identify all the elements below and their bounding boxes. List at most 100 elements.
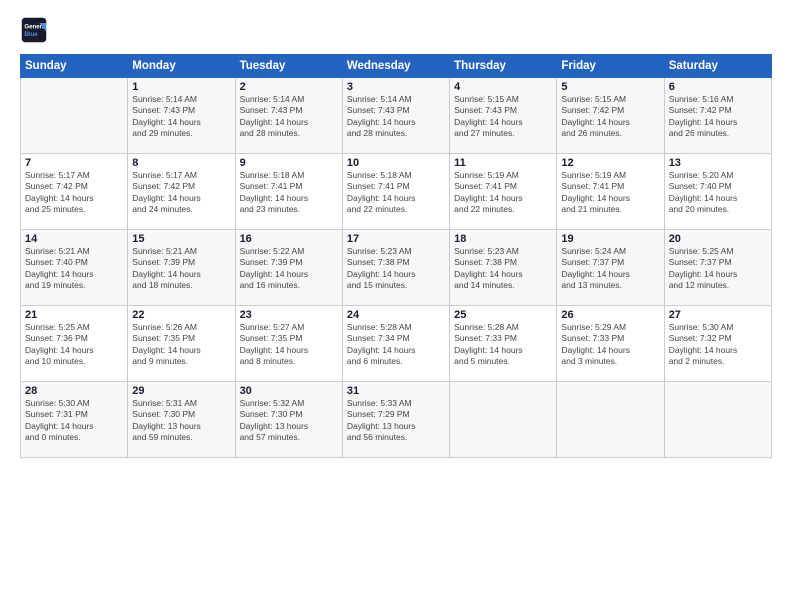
day-number: 15	[132, 233, 230, 245]
day-number: 24	[347, 309, 445, 321]
day-number: 3	[347, 81, 445, 93]
cell-info: Sunrise: 5:19 AM Sunset: 7:41 PM Dayligh…	[561, 170, 659, 216]
day-number: 4	[454, 81, 552, 93]
calendar-cell: 27Sunrise: 5:30 AM Sunset: 7:32 PM Dayli…	[664, 306, 771, 382]
calendar-cell: 5Sunrise: 5:15 AM Sunset: 7:42 PM Daylig…	[557, 78, 664, 154]
day-number: 19	[561, 233, 659, 245]
calendar-cell: 4Sunrise: 5:15 AM Sunset: 7:43 PM Daylig…	[450, 78, 557, 154]
calendar-cell: 2Sunrise: 5:14 AM Sunset: 7:43 PM Daylig…	[235, 78, 342, 154]
page: General Blue SundayMondayTuesdayWednesda…	[0, 0, 792, 612]
cell-info: Sunrise: 5:21 AM Sunset: 7:40 PM Dayligh…	[25, 246, 123, 292]
cell-info: Sunrise: 5:14 AM Sunset: 7:43 PM Dayligh…	[240, 94, 338, 140]
day-number: 10	[347, 157, 445, 169]
cell-info: Sunrise: 5:30 AM Sunset: 7:32 PM Dayligh…	[669, 322, 767, 368]
cell-info: Sunrise: 5:14 AM Sunset: 7:43 PM Dayligh…	[347, 94, 445, 140]
cell-info: Sunrise: 5:14 AM Sunset: 7:43 PM Dayligh…	[132, 94, 230, 140]
cell-info: Sunrise: 5:16 AM Sunset: 7:42 PM Dayligh…	[669, 94, 767, 140]
calendar-cell: 3Sunrise: 5:14 AM Sunset: 7:43 PM Daylig…	[342, 78, 449, 154]
calendar-cell	[664, 382, 771, 458]
calendar-cell: 14Sunrise: 5:21 AM Sunset: 7:40 PM Dayli…	[21, 230, 128, 306]
calendar-cell: 15Sunrise: 5:21 AM Sunset: 7:39 PM Dayli…	[128, 230, 235, 306]
calendar-cell: 29Sunrise: 5:31 AM Sunset: 7:30 PM Dayli…	[128, 382, 235, 458]
calendar-cell: 17Sunrise: 5:23 AM Sunset: 7:38 PM Dayli…	[342, 230, 449, 306]
calendar-cell: 31Sunrise: 5:33 AM Sunset: 7:29 PM Dayli…	[342, 382, 449, 458]
cell-info: Sunrise: 5:26 AM Sunset: 7:35 PM Dayligh…	[132, 322, 230, 368]
cell-info: Sunrise: 5:23 AM Sunset: 7:38 PM Dayligh…	[454, 246, 552, 292]
day-header-wednesday: Wednesday	[342, 55, 449, 78]
calendar-cell: 6Sunrise: 5:16 AM Sunset: 7:42 PM Daylig…	[664, 78, 771, 154]
calendar-cell: 11Sunrise: 5:19 AM Sunset: 7:41 PM Dayli…	[450, 154, 557, 230]
day-number: 20	[669, 233, 767, 245]
cell-info: Sunrise: 5:21 AM Sunset: 7:39 PM Dayligh…	[132, 246, 230, 292]
header: General Blue	[20, 16, 772, 44]
cell-info: Sunrise: 5:19 AM Sunset: 7:41 PM Dayligh…	[454, 170, 552, 216]
cell-info: Sunrise: 5:31 AM Sunset: 7:30 PM Dayligh…	[132, 398, 230, 444]
day-number: 25	[454, 309, 552, 321]
calendar-table: SundayMondayTuesdayWednesdayThursdayFrid…	[20, 54, 772, 458]
calendar-cell: 1Sunrise: 5:14 AM Sunset: 7:43 PM Daylig…	[128, 78, 235, 154]
day-number: 18	[454, 233, 552, 245]
header-row: SundayMondayTuesdayWednesdayThursdayFrid…	[21, 55, 772, 78]
cell-info: Sunrise: 5:23 AM Sunset: 7:38 PM Dayligh…	[347, 246, 445, 292]
calendar-cell: 7Sunrise: 5:17 AM Sunset: 7:42 PM Daylig…	[21, 154, 128, 230]
logo-icon: General Blue	[20, 16, 48, 44]
day-number: 12	[561, 157, 659, 169]
week-row-3: 21Sunrise: 5:25 AM Sunset: 7:36 PM Dayli…	[21, 306, 772, 382]
cell-info: Sunrise: 5:25 AM Sunset: 7:37 PM Dayligh…	[669, 246, 767, 292]
cell-info: Sunrise: 5:17 AM Sunset: 7:42 PM Dayligh…	[25, 170, 123, 216]
calendar-cell: 18Sunrise: 5:23 AM Sunset: 7:38 PM Dayli…	[450, 230, 557, 306]
calendar-cell: 26Sunrise: 5:29 AM Sunset: 7:33 PM Dayli…	[557, 306, 664, 382]
cell-info: Sunrise: 5:28 AM Sunset: 7:33 PM Dayligh…	[454, 322, 552, 368]
day-number: 26	[561, 309, 659, 321]
week-row-1: 7Sunrise: 5:17 AM Sunset: 7:42 PM Daylig…	[21, 154, 772, 230]
calendar-cell: 20Sunrise: 5:25 AM Sunset: 7:37 PM Dayli…	[664, 230, 771, 306]
calendar-cell: 21Sunrise: 5:25 AM Sunset: 7:36 PM Dayli…	[21, 306, 128, 382]
calendar-cell: 8Sunrise: 5:17 AM Sunset: 7:42 PM Daylig…	[128, 154, 235, 230]
day-number: 28	[25, 385, 123, 397]
calendar-cell: 16Sunrise: 5:22 AM Sunset: 7:39 PM Dayli…	[235, 230, 342, 306]
cell-info: Sunrise: 5:33 AM Sunset: 7:29 PM Dayligh…	[347, 398, 445, 444]
calendar-cell: 25Sunrise: 5:28 AM Sunset: 7:33 PM Dayli…	[450, 306, 557, 382]
calendar-cell: 28Sunrise: 5:30 AM Sunset: 7:31 PM Dayli…	[21, 382, 128, 458]
cell-info: Sunrise: 5:18 AM Sunset: 7:41 PM Dayligh…	[240, 170, 338, 216]
day-number: 1	[132, 81, 230, 93]
calendar-cell: 12Sunrise: 5:19 AM Sunset: 7:41 PM Dayli…	[557, 154, 664, 230]
day-number: 9	[240, 157, 338, 169]
cell-info: Sunrise: 5:15 AM Sunset: 7:43 PM Dayligh…	[454, 94, 552, 140]
cell-info: Sunrise: 5:30 AM Sunset: 7:31 PM Dayligh…	[25, 398, 123, 444]
day-number: 22	[132, 309, 230, 321]
calendar-cell: 30Sunrise: 5:32 AM Sunset: 7:30 PM Dayli…	[235, 382, 342, 458]
day-number: 30	[240, 385, 338, 397]
day-number: 2	[240, 81, 338, 93]
cell-info: Sunrise: 5:17 AM Sunset: 7:42 PM Dayligh…	[132, 170, 230, 216]
calendar-cell: 19Sunrise: 5:24 AM Sunset: 7:37 PM Dayli…	[557, 230, 664, 306]
svg-text:Blue: Blue	[24, 31, 38, 38]
calendar-cell	[21, 78, 128, 154]
day-number: 27	[669, 309, 767, 321]
cell-info: Sunrise: 5:28 AM Sunset: 7:34 PM Dayligh…	[347, 322, 445, 368]
cell-info: Sunrise: 5:20 AM Sunset: 7:40 PM Dayligh…	[669, 170, 767, 216]
logo: General Blue	[20, 16, 48, 44]
day-number: 13	[669, 157, 767, 169]
calendar-cell: 24Sunrise: 5:28 AM Sunset: 7:34 PM Dayli…	[342, 306, 449, 382]
calendar-cell: 9Sunrise: 5:18 AM Sunset: 7:41 PM Daylig…	[235, 154, 342, 230]
day-header-thursday: Thursday	[450, 55, 557, 78]
cell-info: Sunrise: 5:25 AM Sunset: 7:36 PM Dayligh…	[25, 322, 123, 368]
day-header-friday: Friday	[557, 55, 664, 78]
day-number: 7	[25, 157, 123, 169]
day-number: 17	[347, 233, 445, 245]
week-row-0: 1Sunrise: 5:14 AM Sunset: 7:43 PM Daylig…	[21, 78, 772, 154]
day-number: 14	[25, 233, 123, 245]
cell-info: Sunrise: 5:22 AM Sunset: 7:39 PM Dayligh…	[240, 246, 338, 292]
day-number: 21	[25, 309, 123, 321]
day-header-sunday: Sunday	[21, 55, 128, 78]
day-number: 29	[132, 385, 230, 397]
day-number: 16	[240, 233, 338, 245]
cell-info: Sunrise: 5:29 AM Sunset: 7:33 PM Dayligh…	[561, 322, 659, 368]
cell-info: Sunrise: 5:32 AM Sunset: 7:30 PM Dayligh…	[240, 398, 338, 444]
day-number: 31	[347, 385, 445, 397]
calendar-cell	[450, 382, 557, 458]
calendar-cell: 13Sunrise: 5:20 AM Sunset: 7:40 PM Dayli…	[664, 154, 771, 230]
day-number: 8	[132, 157, 230, 169]
day-header-monday: Monday	[128, 55, 235, 78]
